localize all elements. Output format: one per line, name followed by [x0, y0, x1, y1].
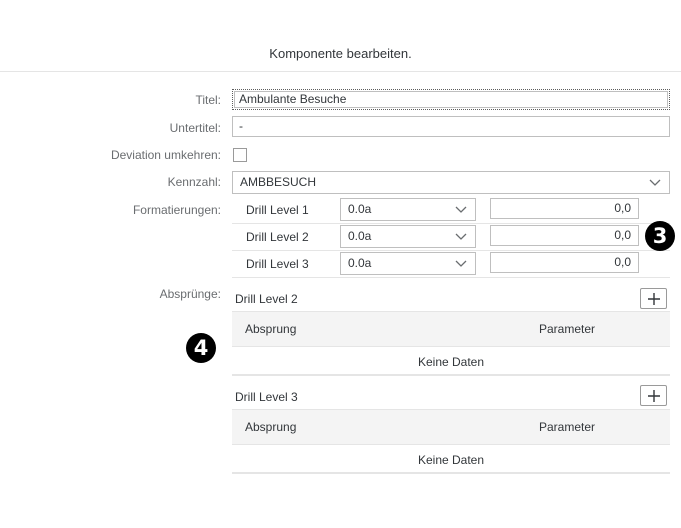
- chevron-down-icon: [455, 260, 467, 267]
- dialog-title: Komponente bearbeiten.: [269, 46, 412, 61]
- absprung-table-3-empty: Keine Daten: [417, 453, 485, 467]
- format-row-1-level: Drill Level 1: [246, 203, 309, 217]
- plus-icon: [648, 390, 660, 402]
- table-divider: [232, 374, 670, 376]
- add-absprung-level-2-button[interactable]: [640, 288, 667, 309]
- row-divider: [232, 250, 670, 251]
- absprung-table-2-empty: Keine Daten: [417, 355, 485, 369]
- chevron-down-icon: [455, 233, 467, 240]
- untertitel-input[interactable]: -: [232, 116, 670, 137]
- absprunge-label: Absprünge:: [159, 287, 221, 301]
- format-row-2-format: 0.0a: [348, 229, 372, 243]
- format-row-3-format: 0.0a: [348, 256, 372, 270]
- col-parameter-header: Parameter: [539, 420, 596, 434]
- formatierungen-label: Formatierungen:: [132, 203, 221, 217]
- format-row-3-select[interactable]: 0.0a: [340, 252, 476, 275]
- format-row-2-value[interactable]: 0,0: [490, 225, 639, 246]
- kennzahl-label: Kennzahl:: [167, 175, 221, 189]
- annotation-badge-3: 3: [645, 221, 675, 251]
- untertitel-label: Untertitel:: [169, 121, 221, 135]
- col-absprung-header: Absprung: [245, 322, 297, 336]
- format-row-1-value[interactable]: 0,0: [490, 198, 639, 219]
- format-row-2-level: Drill Level 2: [246, 230, 309, 244]
- header-divider: [0, 71, 681, 72]
- absprung-section-2-title: Drill Level 2: [235, 292, 298, 306]
- kennzahl-value: AMBBESUCH: [240, 175, 317, 189]
- kennzahl-select[interactable]: AMBBESUCH: [232, 171, 670, 194]
- titel-label: Titel:: [195, 93, 221, 107]
- absprung-table-3-header: Absprung Parameter: [232, 409, 670, 445]
- format-row-2-select[interactable]: 0.0a: [340, 225, 476, 248]
- format-row-1-format: 0.0a: [348, 202, 372, 216]
- plus-icon: [648, 293, 660, 305]
- format-row-3-level: Drill Level 3: [246, 257, 309, 271]
- titel-input[interactable]: Ambulante Besuche: [232, 89, 670, 110]
- chevron-down-icon: [649, 179, 661, 186]
- add-absprung-level-3-button[interactable]: [640, 385, 667, 406]
- col-parameter-header: Parameter: [539, 322, 596, 336]
- deviation-checkbox[interactable]: [233, 148, 247, 162]
- format-row-3-value[interactable]: 0,0: [490, 252, 639, 273]
- row-divider: [232, 223, 670, 224]
- deviation-label: Deviation umkehren:: [110, 148, 221, 162]
- col-absprung-header: Absprung: [245, 420, 297, 434]
- row-divider: [232, 277, 670, 278]
- absprung-table-2-header: Absprung Parameter: [232, 311, 670, 347]
- format-row-1-select[interactable]: 0.0a: [340, 198, 476, 221]
- chevron-down-icon: [455, 206, 467, 213]
- annotation-badge-4: 4: [186, 333, 216, 363]
- table-divider: [232, 472, 670, 474]
- absprung-section-3-title: Drill Level 3: [235, 390, 298, 404]
